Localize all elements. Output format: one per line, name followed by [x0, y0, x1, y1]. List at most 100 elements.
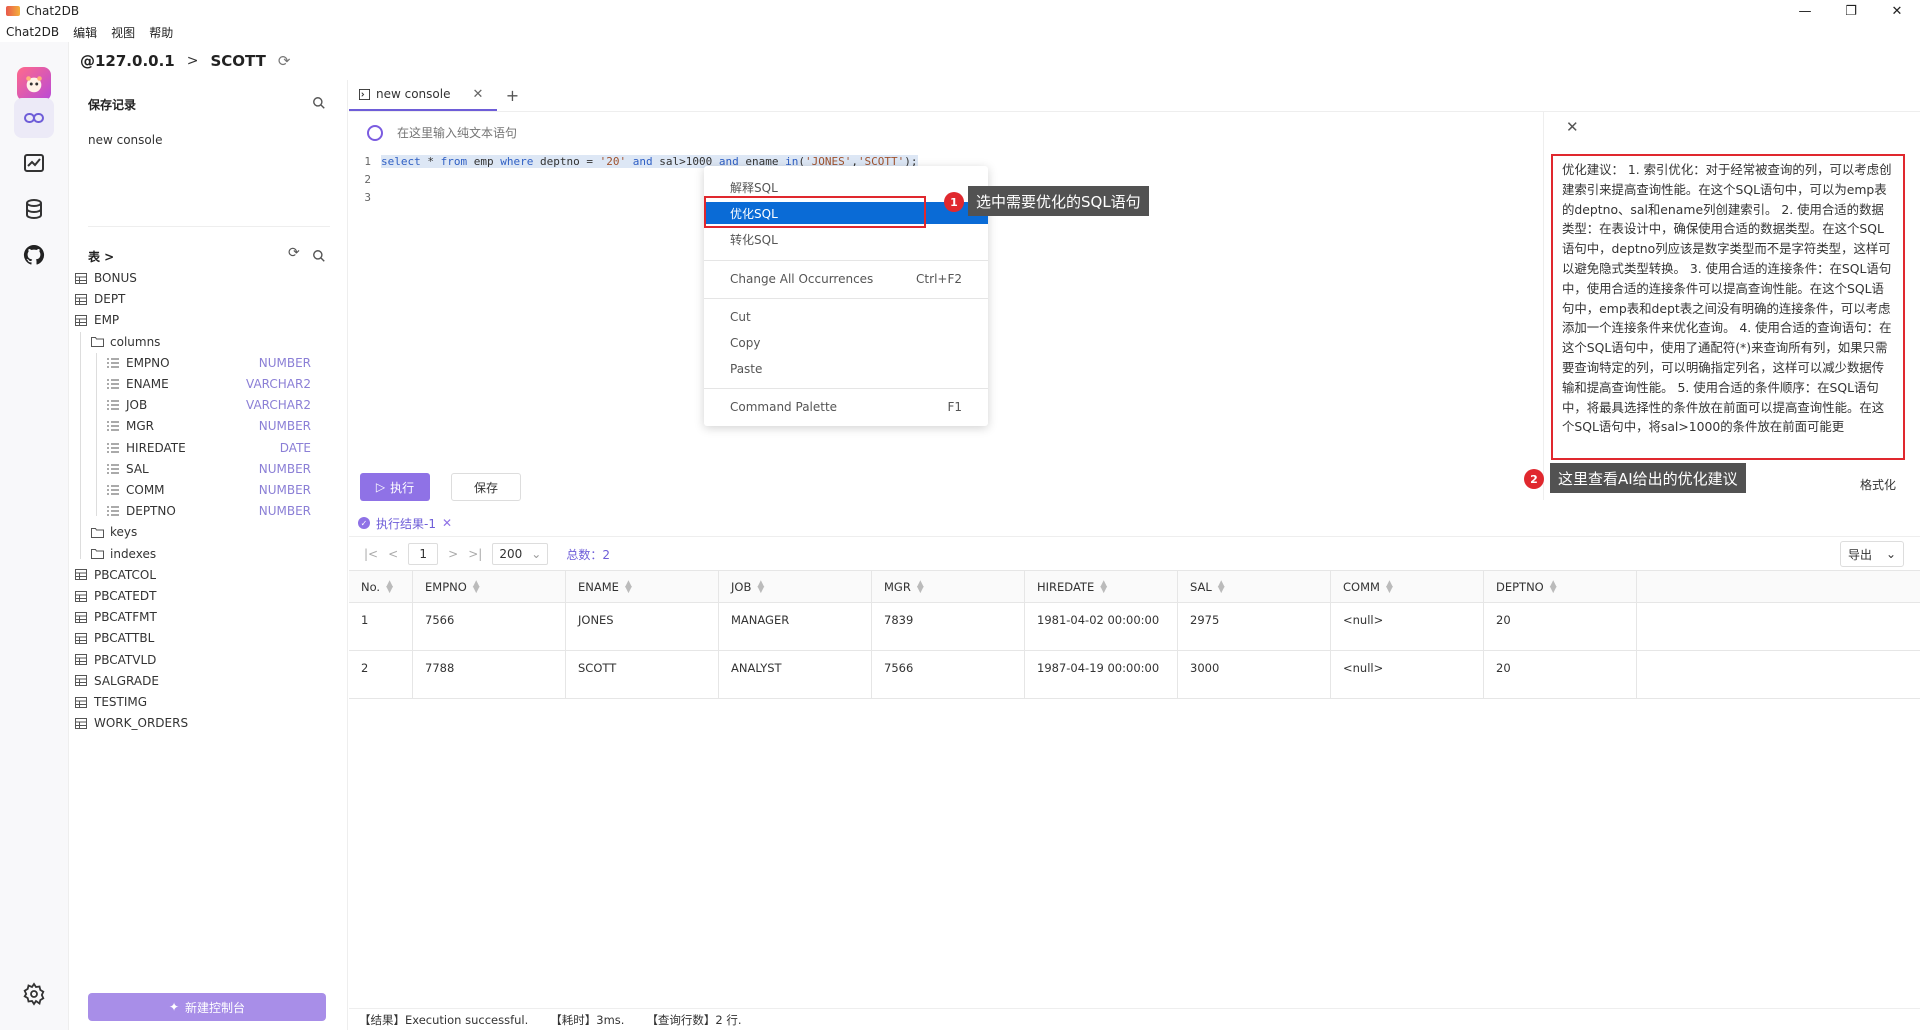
sort-icon[interactable]: ▲ ▼ — [1386, 579, 1393, 594]
export-button[interactable]: 导出 ⌄ — [1840, 541, 1904, 567]
menu-cut[interactable]: Cut — [704, 306, 988, 328]
next-page-icon[interactable]: > — [448, 547, 458, 561]
menu-view[interactable]: 视图 — [111, 24, 135, 41]
tree-table-item[interactable]: PBCATEDT — [74, 586, 156, 606]
table-cell[interactable]: 3000 — [1178, 651, 1331, 698]
table-cell[interactable]: <null> — [1331, 651, 1484, 698]
ai-prompt-input[interactable] — [397, 126, 997, 140]
column-header[interactable]: No. ▲ ▼ — [349, 571, 413, 602]
table-cell[interactable]: MANAGER — [719, 603, 872, 650]
table-cell[interactable]: 2 — [349, 651, 413, 698]
add-tab-icon[interactable]: + — [497, 79, 527, 111]
first-page-icon[interactable]: |< — [364, 547, 378, 561]
table-cell[interactable]: SCOTT — [566, 651, 719, 698]
run-button[interactable]: ▷ 执行 — [360, 473, 430, 501]
table-cell[interactable]: 1 — [349, 603, 413, 650]
menu-convert-sql[interactable]: 转化SQL — [704, 228, 988, 250]
prev-page-icon[interactable]: < — [388, 547, 398, 561]
tree-folder-indexes[interactable]: indexes — [90, 544, 156, 564]
menu-command-palette[interactable]: Command Palette F1 — [704, 396, 988, 418]
close-window-icon[interactable]: ✕ — [1874, 0, 1920, 22]
tree-column-item[interactable]: ENAME VARCHAR2 — [106, 374, 311, 394]
table-cell[interactable]: <null> — [1331, 603, 1484, 650]
table-cell[interactable]: 7566 — [872, 651, 1025, 698]
tree-column-item[interactable]: COMM NUMBER — [106, 480, 311, 500]
sort-icon[interactable]: ▲ ▼ — [917, 579, 924, 594]
result-tab[interactable]: ✓ 执行结果-1 ✕ — [358, 511, 452, 535]
tree-table-item[interactable]: BONUS — [74, 268, 137, 288]
column-header[interactable]: SAL ▲ ▼ — [1178, 571, 1331, 602]
tree-table-item[interactable]: SALGRADE — [74, 671, 159, 691]
table-cell[interactable]: 1987-04-19 00:00:00 — [1025, 651, 1178, 698]
column-header[interactable]: EMPNO ▲ ▼ — [413, 571, 566, 602]
column-header[interactable]: MGR ▲ ▼ — [872, 571, 1025, 602]
search-tables-icon[interactable] — [312, 249, 326, 263]
table-cell[interactable]: 7788 — [413, 651, 566, 698]
tree-column-item[interactable]: HIREDATE DATE — [106, 438, 311, 458]
close-tab-icon[interactable]: ✕ — [472, 87, 483, 102]
rail-database[interactable] — [14, 189, 54, 229]
table-cell[interactable]: 20 — [1484, 603, 1637, 650]
tree-column-item[interactable]: MGR NUMBER — [106, 416, 311, 436]
column-header[interactable]: HIREDATE ▲ ▼ — [1025, 571, 1178, 602]
tree-table-item[interactable]: WORK_ORDERS — [74, 713, 188, 733]
table-row[interactable]: 2 7788 SCOTT ANALYST 7566 1987-04-19 00:00:00… — [349, 651, 1920, 699]
column-header[interactable]: COMM ▲ ▼ — [1331, 571, 1484, 602]
refresh-tables-icon[interactable]: ⟳ — [288, 245, 300, 261]
connection-host[interactable]: @127.0.0.1 — [80, 52, 175, 70]
format-button[interactable]: 格式化 — [1860, 476, 1896, 493]
table-cell[interactable]: JONES — [566, 603, 719, 650]
tree-column-item[interactable]: JOB VARCHAR2 — [106, 395, 311, 415]
sort-icon[interactable]: ▲ ▼ — [1218, 579, 1225, 594]
table-cell[interactable]: 1981-04-02 00:00:00 — [1025, 603, 1178, 650]
tree-table-item[interactable]: PBCATVLD — [74, 650, 156, 670]
minimize-icon[interactable]: — — [1782, 0, 1828, 22]
sort-icon[interactable]: ▲ ▼ — [625, 579, 632, 594]
tab-new-console[interactable]: new console ✕ — [349, 79, 498, 111]
tree-table-item[interactable]: EMP — [74, 310, 119, 330]
page-size-select[interactable]: 200 ⌄ — [492, 543, 549, 565]
maximize-icon[interactable]: ❐ — [1828, 0, 1874, 22]
sort-icon[interactable]: ▲ ▼ — [1550, 579, 1557, 594]
rail-dashboard[interactable] — [14, 143, 54, 183]
refresh-connection-icon[interactable]: ⟳ — [278, 52, 291, 70]
close-panel-icon[interactable]: ✕ — [1566, 118, 1579, 136]
settings-icon[interactable] — [22, 982, 46, 1006]
tree-column-item[interactable]: SAL NUMBER — [106, 459, 311, 479]
sort-icon[interactable]: ▲ ▼ — [386, 579, 393, 594]
sort-icon[interactable]: ▲ ▼ — [473, 579, 480, 594]
table-cell[interactable]: 20 — [1484, 651, 1637, 698]
tree-table-item[interactable]: DEPT — [74, 289, 125, 309]
sort-icon[interactable]: ▲ ▼ — [757, 579, 764, 594]
column-header[interactable]: DEPTNO ▲ ▼ — [1484, 571, 1637, 602]
sort-icon[interactable]: ▲ ▼ — [1100, 579, 1107, 594]
column-header[interactable]: ENAME ▲ ▼ — [566, 571, 719, 602]
menu-change-all-occurrences[interactable]: Change All Occurrences Ctrl+F2 — [704, 268, 988, 290]
rail-connections[interactable] — [14, 98, 54, 138]
tree-table-item[interactable]: TESTIMG — [74, 692, 147, 712]
table-cell[interactable]: 7566 — [413, 603, 566, 650]
connection-database[interactable]: SCOTT — [210, 52, 265, 70]
last-page-icon[interactable]: >| — [468, 547, 482, 561]
search-saved-icon[interactable] — [312, 96, 326, 110]
menu-copy[interactable]: Copy — [704, 332, 988, 354]
tree-table-item[interactable]: PBCATTBL — [74, 628, 154, 648]
table-cell[interactable]: ANALYST — [719, 651, 872, 698]
tree-column-item[interactable]: DEPTNO NUMBER — [106, 501, 311, 521]
tree-folder-keys[interactable]: keys — [90, 522, 137, 542]
menu-edit[interactable]: 编辑 — [73, 24, 97, 41]
menu-paste[interactable]: Paste — [704, 358, 988, 380]
save-button[interactable]: 保存 — [451, 473, 521, 501]
close-result-icon[interactable]: ✕ — [442, 516, 452, 530]
table-cell[interactable]: 7839 — [872, 603, 1025, 650]
tree-table-item[interactable]: PBCATCOL — [74, 565, 156, 585]
table-row[interactable]: 1 7566 JONES MANAGER 7839 1981-04-02 00:00:00… — [349, 603, 1920, 651]
saved-item-new-console[interactable]: new console — [88, 133, 162, 147]
tree-folder-columns[interactable]: columns — [90, 332, 160, 352]
table-cell[interactable]: 2975 — [1178, 603, 1331, 650]
tables-title[interactable]: 表 > — [88, 248, 114, 265]
rail-github[interactable] — [14, 235, 54, 275]
page-input[interactable]: 1 — [408, 543, 439, 565]
menu-app[interactable]: Chat2DB — [6, 25, 59, 39]
tree-column-item[interactable]: EMPNO NUMBER — [106, 353, 311, 373]
